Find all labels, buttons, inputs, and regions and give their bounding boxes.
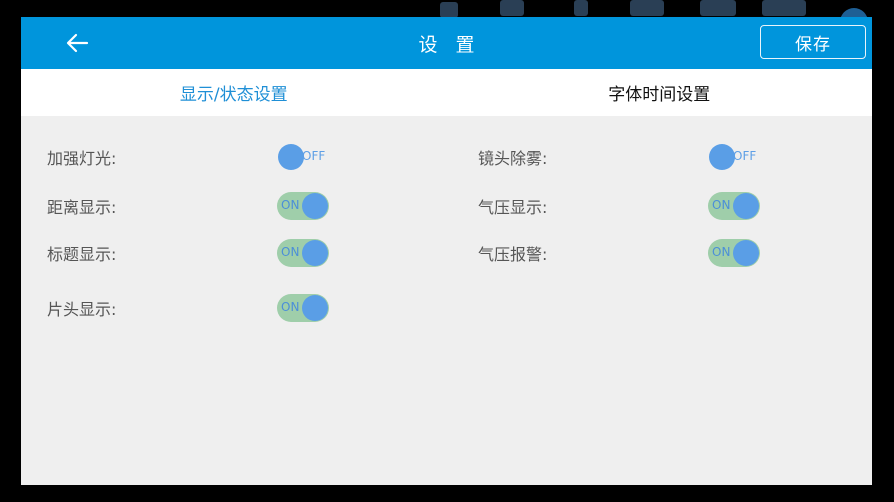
toggle-state-text: ON bbox=[712, 198, 731, 212]
toggle-knob bbox=[709, 144, 735, 170]
toggle-knob bbox=[733, 193, 759, 219]
toggle-state-text: ON bbox=[712, 245, 731, 259]
toggle-knob bbox=[302, 240, 328, 266]
toggle-knob bbox=[733, 240, 759, 266]
save-button[interactable]: 保存 bbox=[760, 25, 866, 59]
setting-row-enhance-light: 加强灯光: OFF bbox=[47, 140, 329, 174]
toggle-state-text: ON bbox=[281, 198, 300, 212]
toggle-knob bbox=[278, 144, 304, 170]
toggle-state-text: ON bbox=[281, 300, 300, 314]
toggle-state-text: OFF bbox=[733, 149, 757, 163]
lens-defog-toggle[interactable]: OFF bbox=[708, 142, 760, 172]
setting-label: 片头显示: bbox=[47, 300, 117, 319]
tab-bar: 显示/状态设置 字体时间设置 bbox=[21, 69, 872, 116]
title-display-toggle[interactable]: ON bbox=[277, 238, 329, 268]
toggle-knob bbox=[302, 295, 328, 321]
setting-row-distance-display: 距离显示: ON bbox=[47, 189, 329, 223]
background-window-icon bbox=[762, 0, 806, 16]
background-gear-icon bbox=[500, 0, 524, 16]
arrow-left-icon bbox=[66, 33, 89, 53]
setting-label: 距离显示: bbox=[47, 198, 117, 217]
background-image-icon bbox=[700, 0, 736, 16]
toggle-state-text: ON bbox=[281, 245, 300, 259]
setting-label: 标题显示: bbox=[47, 245, 117, 264]
enhance-light-toggle[interactable]: OFF bbox=[277, 142, 329, 172]
pressure-display-toggle[interactable]: ON bbox=[708, 191, 760, 221]
setting-row-lens-defog: 镜头除雾: OFF bbox=[478, 140, 760, 174]
intro-display-toggle[interactable]: ON bbox=[277, 293, 329, 323]
setting-row-title-display: 标题显示: ON bbox=[47, 236, 329, 270]
toggle-knob bbox=[302, 193, 328, 219]
setting-label: 加强灯光: bbox=[47, 149, 117, 168]
background-folder-icon bbox=[630, 0, 664, 16]
setting-row-pressure-alarm: 气压报警: ON bbox=[478, 236, 760, 270]
tab-font-time[interactable]: 字体时间设置 bbox=[447, 69, 873, 116]
setting-row-pressure-display: 气压显示: ON bbox=[478, 189, 760, 223]
setting-row-intro-display: 片头显示: ON bbox=[47, 291, 329, 325]
tab-display-status[interactable]: 显示/状态设置 bbox=[21, 69, 447, 116]
page-title: 设 置 bbox=[418, 33, 481, 56]
background-pencil-icon bbox=[440, 2, 458, 18]
distance-display-toggle[interactable]: ON bbox=[277, 191, 329, 221]
pressure-alarm-toggle[interactable]: ON bbox=[708, 238, 760, 268]
toggle-state-text: OFF bbox=[302, 149, 326, 163]
title-bar: 设 置 保存 bbox=[21, 17, 872, 69]
setting-label: 气压显示: bbox=[478, 198, 548, 217]
setting-label: 气压报警: bbox=[478, 245, 548, 264]
back-button[interactable] bbox=[63, 30, 91, 56]
settings-dialog: 设 置 保存 显示/状态设置 字体时间设置 加强灯光: OFF 距离显示: ON… bbox=[21, 17, 872, 485]
background-moon-icon bbox=[574, 0, 588, 16]
setting-label: 镜头除雾: bbox=[478, 149, 548, 168]
